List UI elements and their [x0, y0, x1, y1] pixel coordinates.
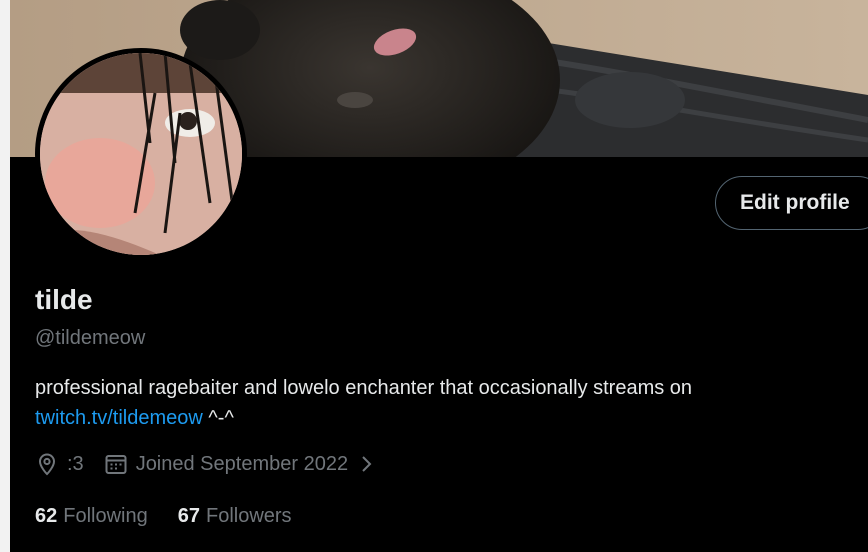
follow-stats: 62 Following 67 Followers: [35, 505, 322, 528]
avatar-photo: [40, 53, 242, 255]
user-handle: @tildemeow: [35, 327, 146, 349]
location-item: :3: [35, 452, 84, 476]
followers-count: 67: [177, 505, 200, 527]
bio-link[interactable]: twitch.tv/tildemeow: [35, 407, 203, 429]
following-count: 62: [35, 505, 58, 527]
followers-label: Followers: [205, 505, 292, 527]
profile-avatar[interactable]: [35, 48, 247, 260]
calendar-icon: [104, 452, 128, 476]
location-pin-icon: [35, 452, 59, 476]
joined-text: Joined September 2022: [135, 452, 349, 475]
profile-bio: professional ragebaiter and lowelo encha…: [35, 373, 835, 433]
following-label: Following: [63, 505, 148, 527]
edit-profile-button[interactable]: Edit profile: [715, 176, 868, 230]
display-name: tilde: [35, 284, 93, 315]
profile-meta: :3 Joined September 2022: [35, 452, 378, 476]
following-link[interactable]: 62 Following: [35, 505, 148, 528]
edit-profile-label: Edit profile: [740, 191, 850, 214]
window-edge: [0, 0, 10, 552]
chevron-right-icon: [354, 452, 378, 476]
bio-suffix: ^-^: [208, 407, 234, 429]
followers-link[interactable]: 67 Followers: [178, 505, 292, 528]
bio-text: professional ragebaiter and lowelo encha…: [35, 377, 693, 399]
location-text: :3: [67, 452, 84, 475]
joined-item[interactable]: Joined September 2022: [104, 452, 378, 476]
